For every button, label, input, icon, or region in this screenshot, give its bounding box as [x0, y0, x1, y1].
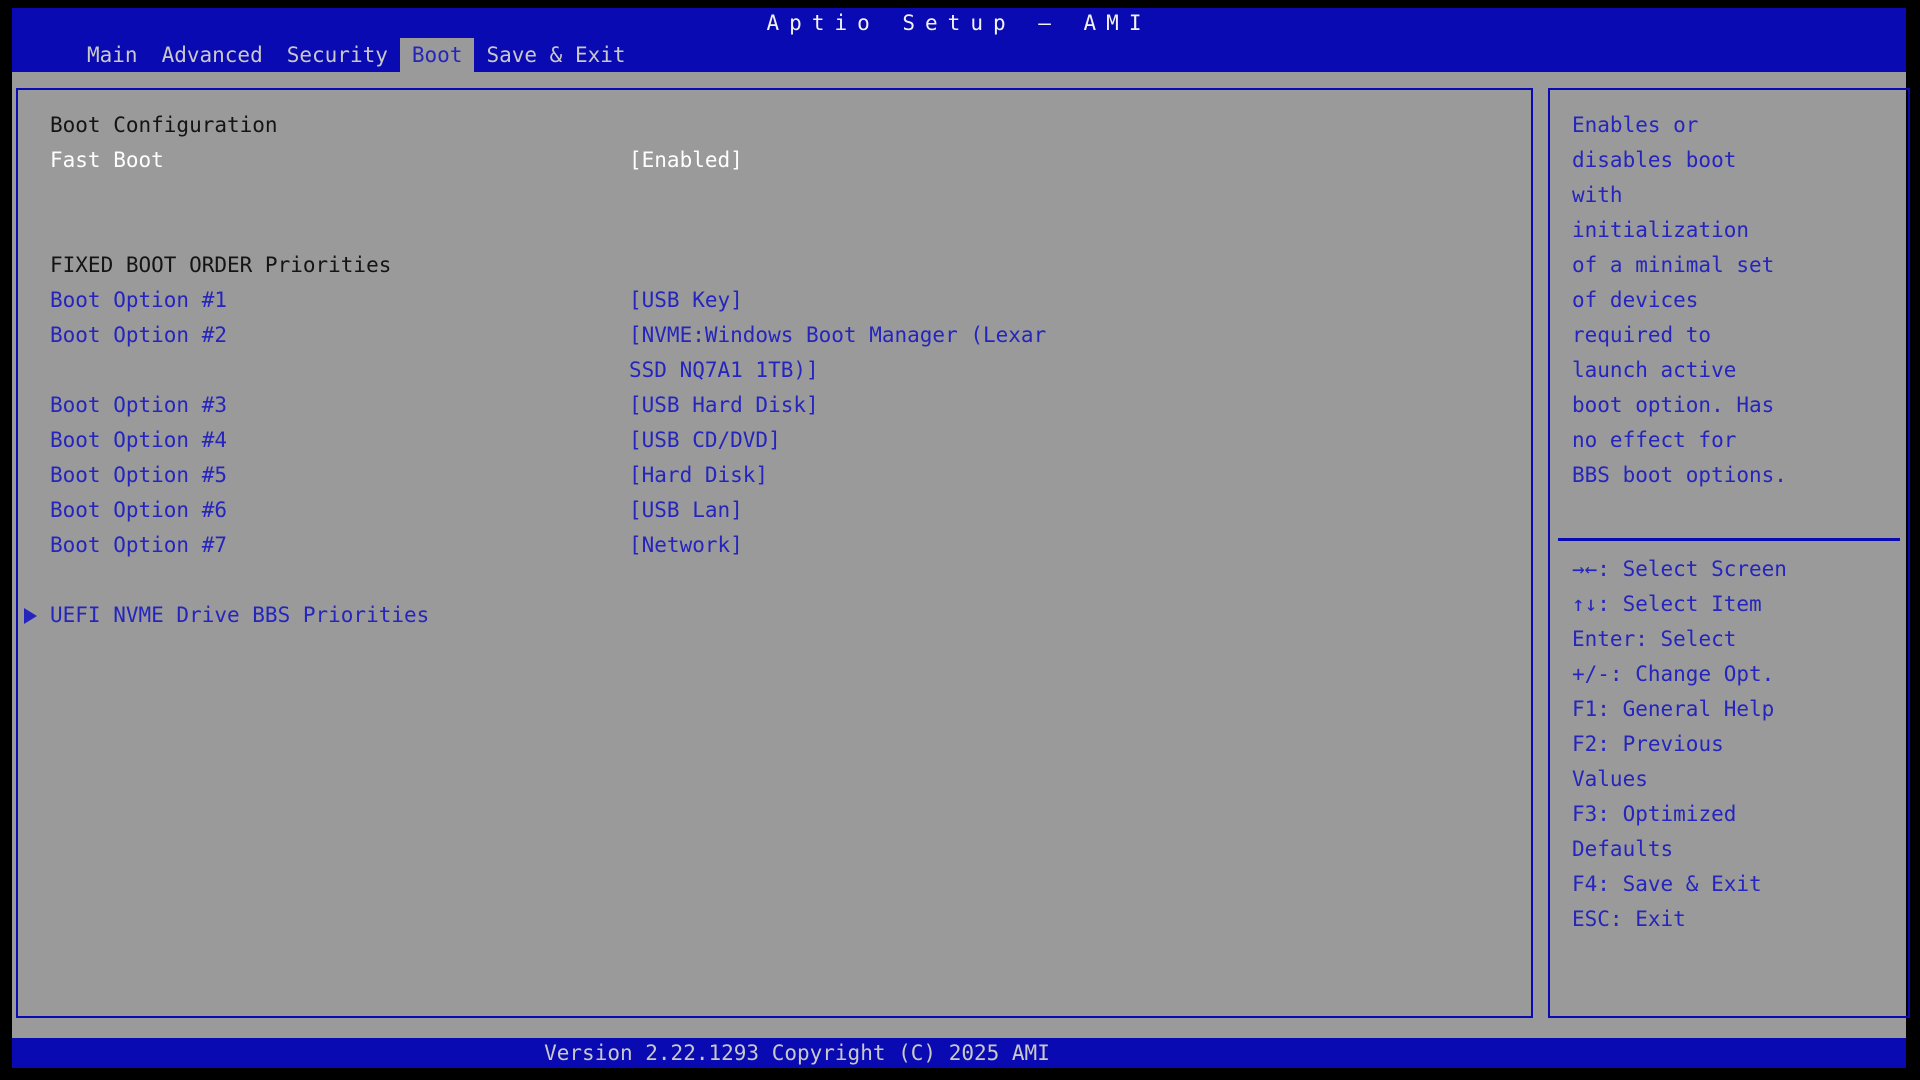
submenu-label: UEFI NVME Drive BBS Priorities	[50, 598, 629, 633]
key-hint-action: Save & Exit	[1623, 872, 1762, 896]
boot-option-label: Boot Option #4	[50, 423, 629, 458]
uefi-nvme-bbs-priorities-item[interactable]: UEFI NVME Drive BBS Priorities	[18, 598, 1531, 633]
title-bar: Aptio Setup – AMI Main Advanced Security…	[12, 8, 1906, 72]
key-hint-action: General Help	[1623, 697, 1775, 721]
section-title: Boot Configuration	[50, 108, 629, 143]
boot-option-value: [USB CD/DVD]	[629, 423, 1061, 458]
key-hint-keys: ESC:	[1572, 907, 1623, 931]
boot-option-value: [USB Lan]	[629, 493, 1061, 528]
key-hint-enter: Enter: Select	[1572, 622, 1797, 657]
tab-advanced[interactable]: Advanced	[150, 38, 275, 72]
blank-row	[18, 563, 1531, 598]
section-title: FIXED BOOT ORDER Priorities	[50, 248, 629, 283]
help-divider	[1558, 538, 1900, 541]
tab-save-exit[interactable]: Save & Exit	[474, 38, 637, 72]
help-line: Enables or	[1572, 108, 1908, 143]
key-hint-f1: F1: General Help	[1572, 692, 1797, 727]
fast-boot-label: Fast Boot	[50, 143, 629, 178]
key-hint-keys: ↑↓:	[1572, 592, 1610, 616]
help-line: boot option. Has	[1572, 388, 1908, 423]
boot-option-label: Boot Option #5	[50, 458, 629, 493]
key-hint-f3: F3: Optimized Defaults	[1572, 797, 1797, 867]
tab-boot[interactable]: Boot	[400, 38, 475, 72]
key-hint-esc: ESC: Exit	[1572, 902, 1797, 937]
content-area: Boot Configuration Fast Boot [Enabled] F…	[12, 72, 1906, 1038]
key-hint-action: Change Opt.	[1635, 662, 1774, 686]
bios-frame: Aptio Setup – AMI Main Advanced Security…	[12, 8, 1906, 1068]
help-line: initialization	[1572, 213, 1908, 248]
key-hint-keys: F1:	[1572, 697, 1610, 721]
blank-row	[18, 213, 1531, 248]
boot-option-value: [USB Key]	[629, 283, 1061, 318]
key-hint-keys: →←:	[1572, 557, 1610, 581]
boot-option-value: [NVME:Windows Boot Manager (Lexar SSD NQ…	[629, 318, 1061, 388]
help-line: of a minimal set	[1572, 248, 1908, 283]
key-hint-keys: Enter:	[1572, 627, 1648, 651]
section-header-boot-configuration: Boot Configuration	[18, 108, 1531, 143]
help-line: launch active	[1572, 353, 1908, 388]
boot-option-value: [USB Hard Disk]	[629, 388, 1061, 423]
fast-boot-row[interactable]: Fast Boot [Enabled]	[18, 143, 1531, 178]
key-hint-action: Exit	[1635, 907, 1686, 931]
version-text: Version 2.22.1293 Copyright (C) 2025 AMI	[12, 1038, 1582, 1068]
boot-option-5-row[interactable]: Boot Option #5 [Hard Disk]	[18, 458, 1531, 493]
menu-bar: Main Advanced Security Boot Save & Exit	[75, 38, 638, 72]
help-line: BBS boot options.	[1572, 458, 1908, 493]
key-hints: →←: Select Screen ↑↓: Select Item Enter:…	[1572, 552, 1797, 937]
blank-row	[18, 178, 1531, 213]
bios-setup-screen: Aptio Setup – AMI Main Advanced Security…	[0, 0, 1920, 1080]
boot-option-6-row[interactable]: Boot Option #6 [USB Lan]	[18, 493, 1531, 528]
key-hint-action: Select Screen	[1623, 557, 1787, 581]
main-panel: Boot Configuration Fast Boot [Enabled] F…	[16, 88, 1533, 1018]
boot-option-value: [Hard Disk]	[629, 458, 1061, 493]
tab-security[interactable]: Security	[275, 38, 400, 72]
boot-option-7-row[interactable]: Boot Option #7 [Network]	[18, 528, 1531, 563]
key-hint-action: Select	[1661, 627, 1737, 651]
key-hint-keys: +/-:	[1572, 662, 1623, 686]
boot-option-label: Boot Option #1	[50, 283, 629, 318]
key-hint-keys: F3:	[1572, 802, 1610, 826]
help-line: no effect for	[1572, 423, 1908, 458]
boot-option-label: Boot Option #2	[50, 318, 629, 388]
section-header-fixed-boot-order: FIXED BOOT ORDER Priorities	[18, 248, 1531, 283]
key-hint-action: Select Item	[1623, 592, 1762, 616]
key-hint-keys: F4:	[1572, 872, 1610, 896]
key-hint-f2: F2: Previous Values	[1572, 727, 1797, 797]
help-panel: Enables or disables boot with initializa…	[1548, 88, 1910, 1018]
fast-boot-value: [Enabled]	[629, 143, 1061, 178]
boot-option-4-row[interactable]: Boot Option #4 [USB CD/DVD]	[18, 423, 1531, 458]
submenu-arrow-icon	[24, 608, 37, 624]
boot-option-label: Boot Option #3	[50, 388, 629, 423]
key-hint-change-opt: +/-: Change Opt.	[1572, 657, 1797, 692]
key-hint-f4: F4: Save & Exit	[1572, 867, 1797, 902]
boot-option-value: [Network]	[629, 528, 1061, 563]
boot-option-label: Boot Option #6	[50, 493, 629, 528]
help-line: required to	[1572, 318, 1908, 353]
help-line: disables boot	[1572, 143, 1908, 178]
help-line: with	[1572, 178, 1908, 213]
boot-option-3-row[interactable]: Boot Option #3 [USB Hard Disk]	[18, 388, 1531, 423]
help-line: of devices	[1572, 283, 1908, 318]
key-hint-keys: F2:	[1572, 732, 1610, 756]
boot-option-2-row[interactable]: Boot Option #2 [NVME:Windows Boot Manage…	[18, 318, 1531, 388]
boot-option-label: Boot Option #7	[50, 528, 629, 563]
boot-option-1-row[interactable]: Boot Option #1 [USB Key]	[18, 283, 1531, 318]
key-hint-select-screen: →←: Select Screen	[1572, 552, 1797, 587]
footer-bar: Version 2.22.1293 Copyright (C) 2025 AMI	[12, 1038, 1906, 1068]
key-hint-select-item: ↑↓: Select Item	[1572, 587, 1797, 622]
help-description: Enables or disables boot with initializa…	[1550, 90, 1908, 493]
app-title: Aptio Setup – AMI	[12, 11, 1906, 35]
tab-main[interactable]: Main	[75, 38, 150, 72]
